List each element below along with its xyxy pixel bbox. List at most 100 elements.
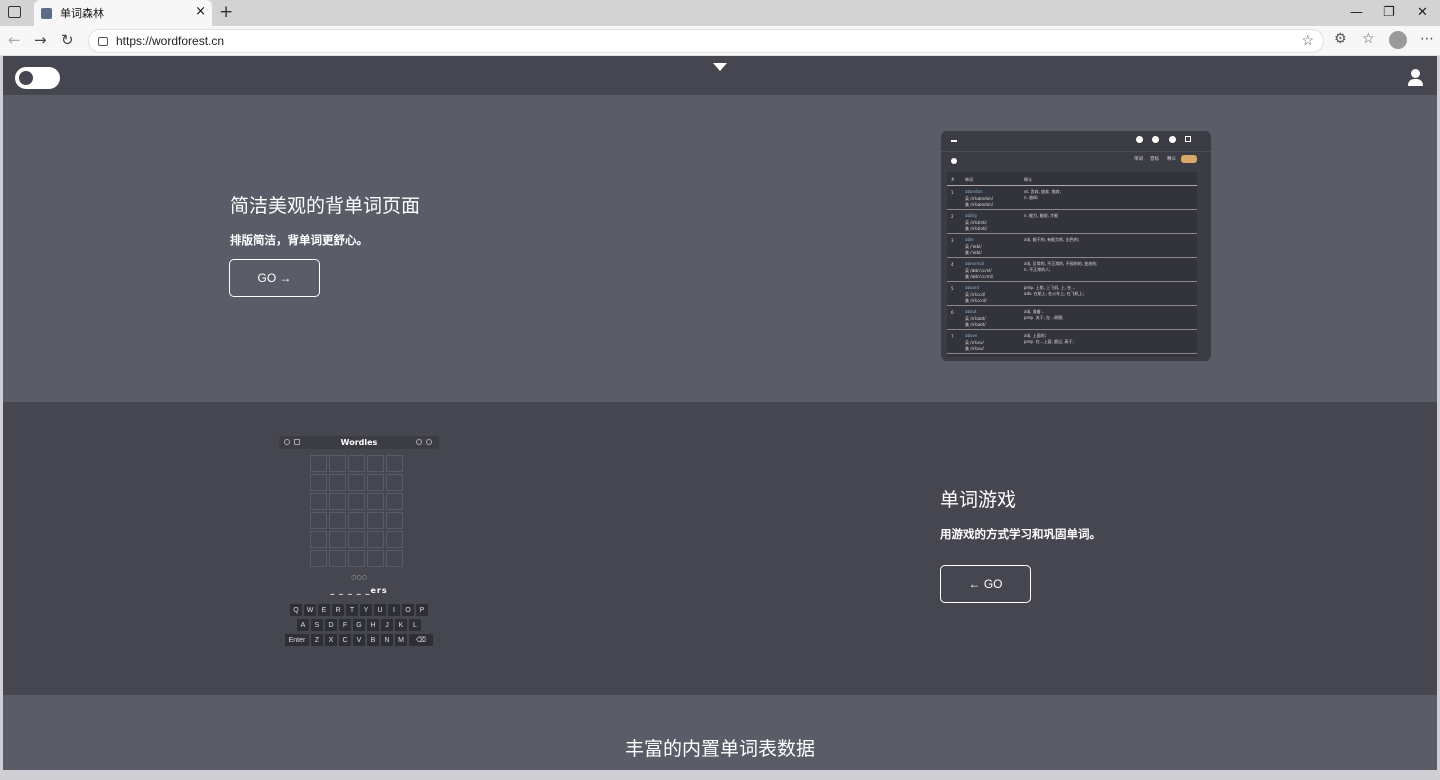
sidebar-toggle-icon[interactable]	[8, 6, 21, 18]
key-j[interactable]: J	[381, 619, 393, 631]
feature-section-reading: 简洁美观的背单词页面 排版简洁，背单词更舒心。 GO → 单词 音标 释义 #	[3, 95, 1437, 402]
letter-cell	[329, 474, 346, 491]
key-s[interactable]: S	[311, 619, 323, 631]
key-e[interactable]: E	[318, 604, 330, 616]
key-k[interactable]: K	[395, 619, 407, 631]
browser-tab-bar: 单词森林 × + — ❐ ✕	[0, 0, 1440, 26]
key-h[interactable]: H	[367, 619, 379, 631]
key-g[interactable]: G	[353, 619, 365, 631]
refresh-icon[interactable]: ↻	[61, 31, 74, 49]
site-favicon-icon	[41, 7, 52, 19]
caret-down-icon[interactable]	[713, 63, 727, 71]
letter-cell	[310, 531, 327, 548]
url-field[interactable]: https://wordforest.cn ☆	[88, 29, 1324, 53]
tab-title: 单词森林	[60, 7, 104, 20]
reading-page-preview: 单词 音标 释义 # 单词 释义 1 abandon 英 /əˈbændən/美 /…	[941, 131, 1211, 361]
letter-cell	[348, 550, 365, 567]
progress-dots: ○○○	[351, 574, 367, 581]
preview-cell-n: 6	[951, 310, 954, 315]
keyboard-row: Enter Z X C V B N M ⌫	[279, 634, 439, 646]
more-menu-icon[interactable]: ⋯	[1420, 31, 1434, 47]
section-subtitle: 用游戏的方式学习和巩固单词。	[940, 527, 1101, 541]
letter-cell	[367, 531, 384, 548]
letter-cell	[386, 550, 403, 567]
key-x[interactable]: X	[325, 634, 337, 646]
address-bar-row: ← → ↻ https://wordforest.cn ☆ ⚙ ☆ ⋯	[0, 26, 1440, 56]
go-button[interactable]: ← GO	[940, 565, 1031, 603]
key-b[interactable]: B	[367, 634, 379, 646]
profile-avatar[interactable]	[1389, 31, 1407, 49]
keyboard-row: ASDFGHJKL	[279, 619, 439, 631]
user-icon[interactable]	[1408, 69, 1423, 86]
url-text: https://wordforest.cn	[116, 34, 225, 48]
section-subtitle: 排版简洁，背单词更舒心。	[230, 233, 368, 247]
preview-cell-word: aboard	[965, 285, 980, 290]
tab-close-icon[interactable]: ×	[195, 4, 206, 19]
key-m[interactable]: M	[395, 634, 407, 646]
letter-cell	[367, 512, 384, 529]
preview-cell-word: about	[965, 309, 977, 314]
keyboard-row: QWERTYUIOP	[279, 604, 439, 616]
preview-table-row: 7 above 英 /əˈbʌv/美 /əˈbʌv/adj. 上面的; prep. 在…	[947, 330, 1197, 354]
key-z[interactable]: Z	[311, 634, 323, 646]
key-c[interactable]: C	[339, 634, 351, 646]
key-n[interactable]: N	[381, 634, 393, 646]
preview-cell-word: abandon	[965, 189, 983, 194]
forward-icon[interactable]: →	[34, 31, 47, 49]
key-o[interactable]: O	[402, 604, 414, 616]
key-w[interactable]: W	[304, 604, 316, 616]
new-tab-button[interactable]: +	[219, 2, 233, 22]
letter-cell	[386, 512, 403, 529]
key-u[interactable]: U	[374, 604, 386, 616]
key-backspace[interactable]: ⌫	[409, 634, 433, 646]
preview-cell-ph2: 美 /əˈbɔːrd/	[965, 298, 987, 303]
header-word: 单词	[965, 177, 973, 182]
browser-tab[interactable]: 单词森林 ×	[34, 0, 212, 26]
key-p[interactable]: P	[416, 604, 428, 616]
theme-icon	[1136, 136, 1143, 143]
key-l[interactable]: L	[409, 619, 421, 631]
key-f[interactable]: F	[339, 619, 351, 631]
key-v[interactable]: V	[353, 634, 365, 646]
preview-table-row: 2 ability 英 /əˈbɪləti/美 /əˈbɪləti/n. 能力, 能…	[947, 210, 1197, 234]
back-icon[interactable]: ←	[8, 31, 21, 49]
preview-cell-n: 5	[951, 286, 954, 291]
window-close-button[interactable]: ✕	[1417, 5, 1428, 20]
go-button[interactable]: GO →	[229, 259, 320, 297]
wordle-preview: Wordles ○○○ _ _ _ _ _ers QWERTYUIOP ASDFG…	[279, 436, 439, 650]
letter-cell	[386, 474, 403, 491]
preview-cell-word: above	[965, 333, 978, 338]
key-enter[interactable]: Enter	[285, 634, 309, 646]
letter-cell	[329, 531, 346, 548]
preview-cell-n: 7	[951, 334, 954, 339]
key-y[interactable]: Y	[360, 604, 372, 616]
preview-word-table: # 单词 释义 1 abandon 英 /əˈbændən/美 /əˈbændən/…	[947, 172, 1197, 357]
restore-button[interactable]: ❐	[1383, 5, 1395, 20]
favorites-icon[interactable]: ☆	[1362, 31, 1375, 47]
letter-cell	[329, 493, 346, 510]
key-q[interactable]: Q	[290, 604, 302, 616]
key-d[interactable]: D	[325, 619, 337, 631]
key-r[interactable]: R	[332, 604, 344, 616]
fullscreen-icon	[1185, 136, 1191, 142]
preview-table-row: 5 aboard 英 /əˈbɔːd/美 /əˈbɔːrd/prep. 上船, 上飞…	[947, 282, 1197, 306]
key-t[interactable]: T	[346, 604, 358, 616]
letter-cell	[386, 493, 403, 510]
preview-cell-ph2: 美 /ˈeɪbl/	[965, 250, 982, 255]
preview-cell-word: able	[965, 237, 974, 242]
theme-toggle[interactable]	[15, 67, 60, 89]
word-hint: _ _ _ _ _ers	[330, 586, 388, 595]
tool-active-pill	[1181, 155, 1197, 163]
tool-meaning: 释义	[1167, 157, 1176, 162]
letter-cell	[367, 474, 384, 491]
preview-cell-n: 2	[951, 214, 954, 219]
key-a[interactable]: A	[297, 619, 309, 631]
minimize-button[interactable]: —	[1350, 5, 1363, 20]
letter-cell	[348, 474, 365, 491]
extensions-icon[interactable]: ⚙	[1334, 31, 1347, 47]
favorite-star-icon[interactable]: ☆	[1301, 32, 1314, 49]
preview-toolbar	[941, 131, 1211, 151]
settings-icon	[951, 158, 957, 164]
preview-table-row: 4 abnormal 英 /æbˈnɔːml/美 /æbˈnɔːrml/adj. 反…	[947, 258, 1197, 282]
key-i[interactable]: I	[388, 604, 400, 616]
